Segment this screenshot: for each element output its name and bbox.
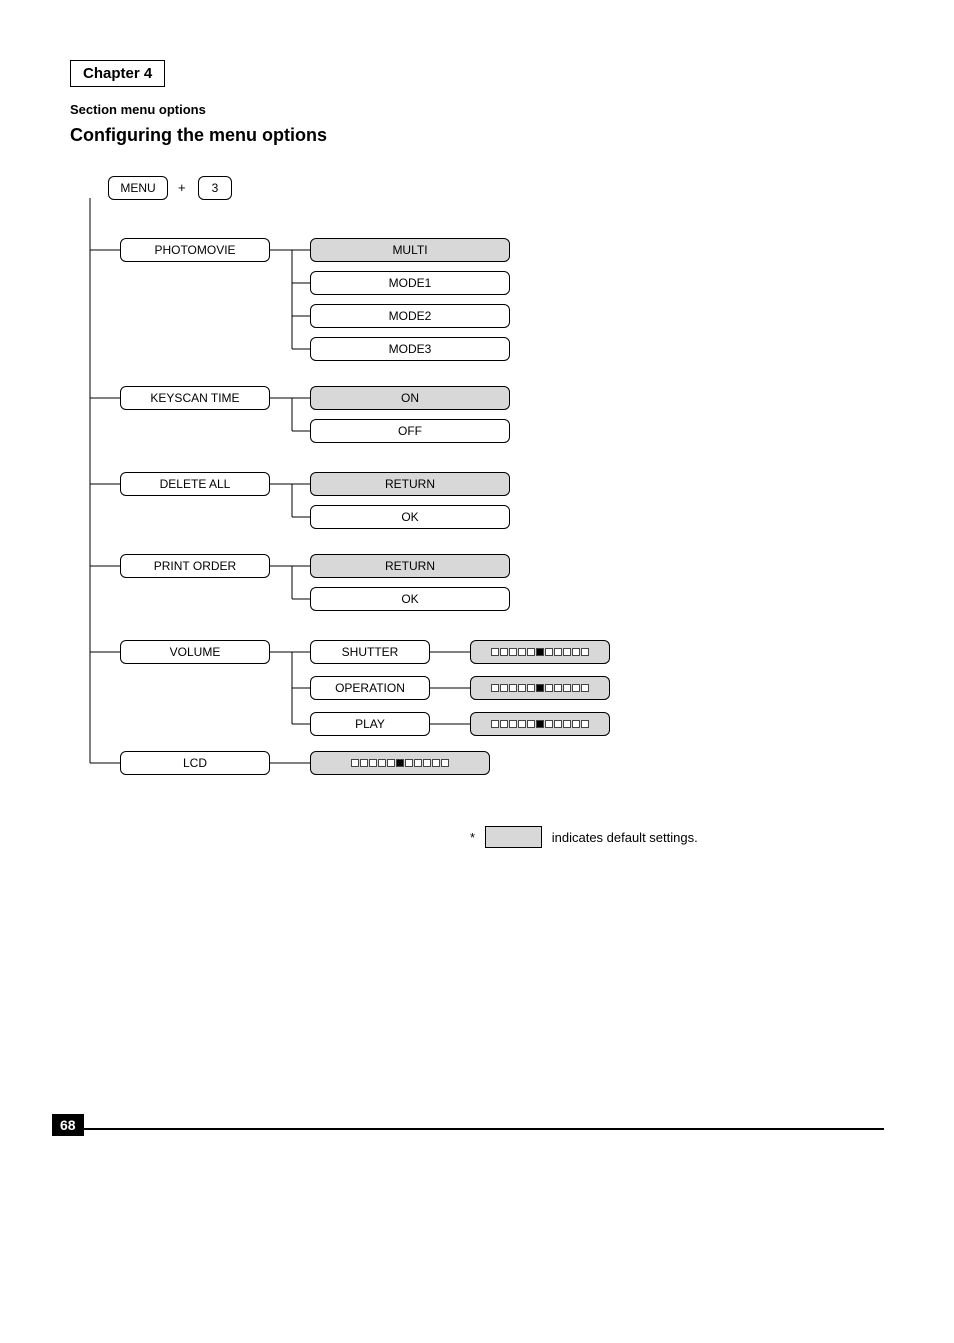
opt-delete-ok: OK: [310, 505, 510, 529]
node-photomovie: PHOTOMOVIE: [120, 238, 270, 262]
page-number: 68: [52, 1114, 84, 1136]
opt-print-return: RETURN: [310, 554, 510, 578]
slider-lcd: [310, 751, 490, 775]
opt-vol-play: PLAY: [310, 712, 430, 736]
slider-shutter: [470, 640, 610, 664]
slider-operation: [470, 676, 610, 700]
menu-tree-diagram: MENU + 3 PHOTOMOVIE MULTI MODE1 MODE2 MO…: [70, 168, 850, 868]
section-label: Section menu options: [70, 102, 206, 117]
opt-mode3: MODE3: [310, 337, 510, 361]
section-chapter: Chapter 4: [83, 65, 152, 82]
slider-play: [470, 712, 610, 736]
opt-vol-shutter: SHUTTER: [310, 640, 430, 664]
node-printorder: PRINT ORDER: [120, 554, 270, 578]
plus-icon: +: [178, 180, 186, 195]
opt-mode1: MODE1: [310, 271, 510, 295]
menu-button: MENU: [108, 176, 168, 200]
node-lcd: LCD: [120, 751, 270, 775]
button-3: 3: [198, 176, 232, 200]
page-title: Configuring the menu options: [70, 125, 884, 146]
opt-mode2: MODE2: [310, 304, 510, 328]
opt-delete-return: RETURN: [310, 472, 510, 496]
opt-multi: MULTI: [310, 238, 510, 262]
opt-keyscan-on: ON: [310, 386, 510, 410]
opt-print-ok: OK: [310, 587, 510, 611]
node-delete: DELETE ALL: [120, 472, 270, 496]
default-note: * indicates default settings.: [470, 826, 698, 848]
node-volume: VOLUME: [120, 640, 270, 664]
opt-vol-operation: OPERATION: [310, 676, 430, 700]
opt-keyscan-off: OFF: [310, 419, 510, 443]
node-keyscan: KEYSCAN TIME: [120, 386, 270, 410]
